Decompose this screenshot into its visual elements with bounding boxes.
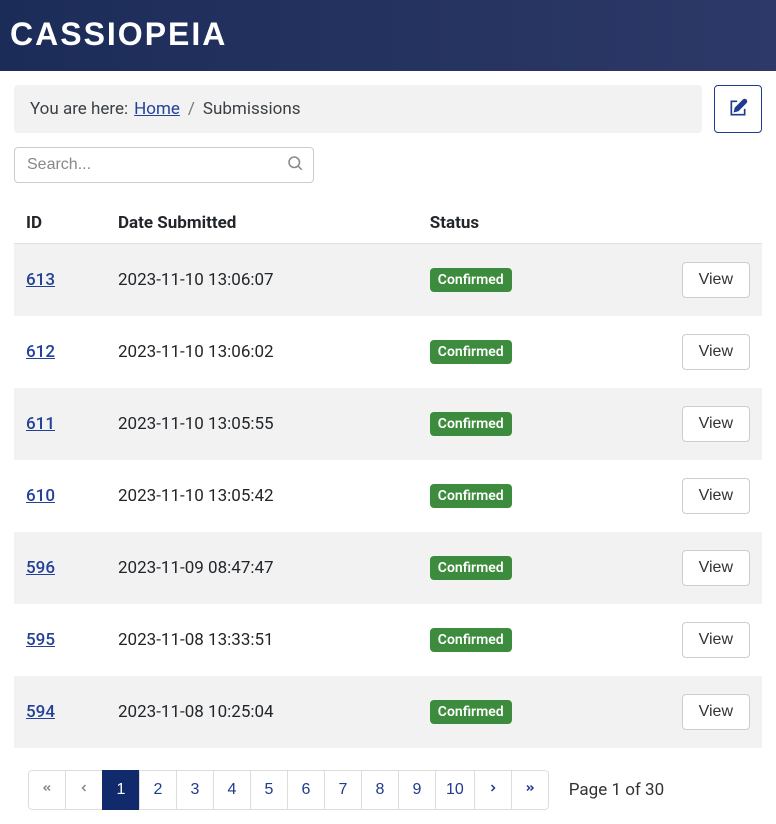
submission-id-link[interactable]: 612 xyxy=(26,342,55,362)
pagination-page-7[interactable]: 7 xyxy=(324,770,362,810)
submission-date: 2023-11-10 13:06:07 xyxy=(106,244,418,317)
page-info: Page 1 of 30 xyxy=(569,780,664,800)
view-button[interactable]: View xyxy=(682,694,750,730)
table-row: 610 2023-11-10 13:05:42 Confirmed View xyxy=(14,460,762,532)
status-badge: Confirmed xyxy=(430,412,512,436)
main-content: You are here: Home / Submissions ID xyxy=(0,71,776,824)
chevron-double-left-icon xyxy=(41,781,53,799)
pagination-page-2[interactable]: 2 xyxy=(139,770,177,810)
pagination-prev[interactable] xyxy=(65,770,103,810)
view-button[interactable]: View xyxy=(682,334,750,370)
pagination-page-3[interactable]: 3 xyxy=(176,770,214,810)
search-container xyxy=(14,147,314,183)
table-row: 596 2023-11-09 08:47:47 Confirmed View xyxy=(14,532,762,604)
submission-date: 2023-11-10 13:06:02 xyxy=(106,316,418,388)
pagination-first[interactable] xyxy=(28,770,66,810)
submission-date: 2023-11-08 13:33:51 xyxy=(106,604,418,676)
view-button[interactable]: View xyxy=(682,262,750,298)
status-badge: Confirmed xyxy=(430,628,512,652)
search-icon xyxy=(286,154,304,176)
pagination-page-5[interactable]: 5 xyxy=(250,770,288,810)
pagination-page-4[interactable]: 4 xyxy=(213,770,251,810)
edit-button[interactable] xyxy=(714,85,762,133)
col-date: Date Submitted xyxy=(106,203,418,244)
pagination-next[interactable] xyxy=(474,770,512,810)
app-logo: CASSIOPEIA xyxy=(10,16,766,53)
submission-date: 2023-11-08 10:25:04 xyxy=(106,676,418,748)
submissions-table: ID Date Submitted Status 613 2023-11-10 1… xyxy=(14,203,762,748)
chevron-double-right-icon xyxy=(524,781,536,799)
view-button[interactable]: View xyxy=(682,406,750,442)
chevron-left-icon xyxy=(78,781,90,799)
col-status: Status xyxy=(418,203,602,244)
table-row: 612 2023-11-10 13:06:02 Confirmed View xyxy=(14,316,762,388)
chevron-right-icon xyxy=(487,781,499,799)
submission-date: 2023-11-10 13:05:42 xyxy=(106,460,418,532)
search-input[interactable] xyxy=(14,147,314,183)
status-badge: Confirmed xyxy=(430,700,512,724)
breadcrumb-current: Submissions xyxy=(203,99,301,119)
status-badge: Confirmed xyxy=(430,556,512,580)
view-button[interactable]: View xyxy=(682,550,750,586)
submission-id-link[interactable]: 613 xyxy=(26,270,55,290)
submission-id-link[interactable]: 611 xyxy=(26,414,55,434)
table-row: 613 2023-11-10 13:06:07 Confirmed View xyxy=(14,244,762,317)
table-row: 594 2023-11-08 10:25:04 Confirmed View xyxy=(14,676,762,748)
pagination-page-8[interactable]: 8 xyxy=(361,770,399,810)
table-row: 611 2023-11-10 13:05:55 Confirmed View xyxy=(14,388,762,460)
submission-id-link[interactable]: 596 xyxy=(26,558,55,578)
table-row: 595 2023-11-08 13:33:51 Confirmed View xyxy=(14,604,762,676)
pagination: 12345678910 xyxy=(28,770,549,810)
view-button[interactable]: View xyxy=(682,622,750,658)
edit-icon xyxy=(728,98,748,121)
app-header: CASSIOPEIA xyxy=(0,0,776,71)
submission-date: 2023-11-10 13:05:55 xyxy=(106,388,418,460)
breadcrumb-home-link[interactable]: Home xyxy=(134,99,180,119)
breadcrumb-separator: / xyxy=(188,99,195,119)
submission-id-link[interactable]: 594 xyxy=(26,702,55,722)
pagination-page-1[interactable]: 1 xyxy=(102,770,140,810)
breadcrumb: You are here: Home / Submissions xyxy=(14,85,702,133)
submission-date: 2023-11-09 08:47:47 xyxy=(106,532,418,604)
pagination-page-10[interactable]: 10 xyxy=(435,770,475,810)
pagination-page-6[interactable]: 6 xyxy=(287,770,325,810)
pagination-row: 12345678910 Page 1 of 30 xyxy=(14,770,762,810)
topbar: You are here: Home / Submissions xyxy=(14,85,762,133)
col-id: ID xyxy=(14,203,106,244)
status-badge: Confirmed xyxy=(430,340,512,364)
status-badge: Confirmed xyxy=(430,484,512,508)
breadcrumb-prefix: You are here: xyxy=(30,99,128,119)
submission-id-link[interactable]: 610 xyxy=(26,486,55,506)
pagination-last[interactable] xyxy=(511,770,549,810)
view-button[interactable]: View xyxy=(682,478,750,514)
col-action xyxy=(602,203,762,244)
status-badge: Confirmed xyxy=(430,268,512,292)
submission-id-link[interactable]: 595 xyxy=(26,630,55,650)
pagination-page-9[interactable]: 9 xyxy=(398,770,436,810)
